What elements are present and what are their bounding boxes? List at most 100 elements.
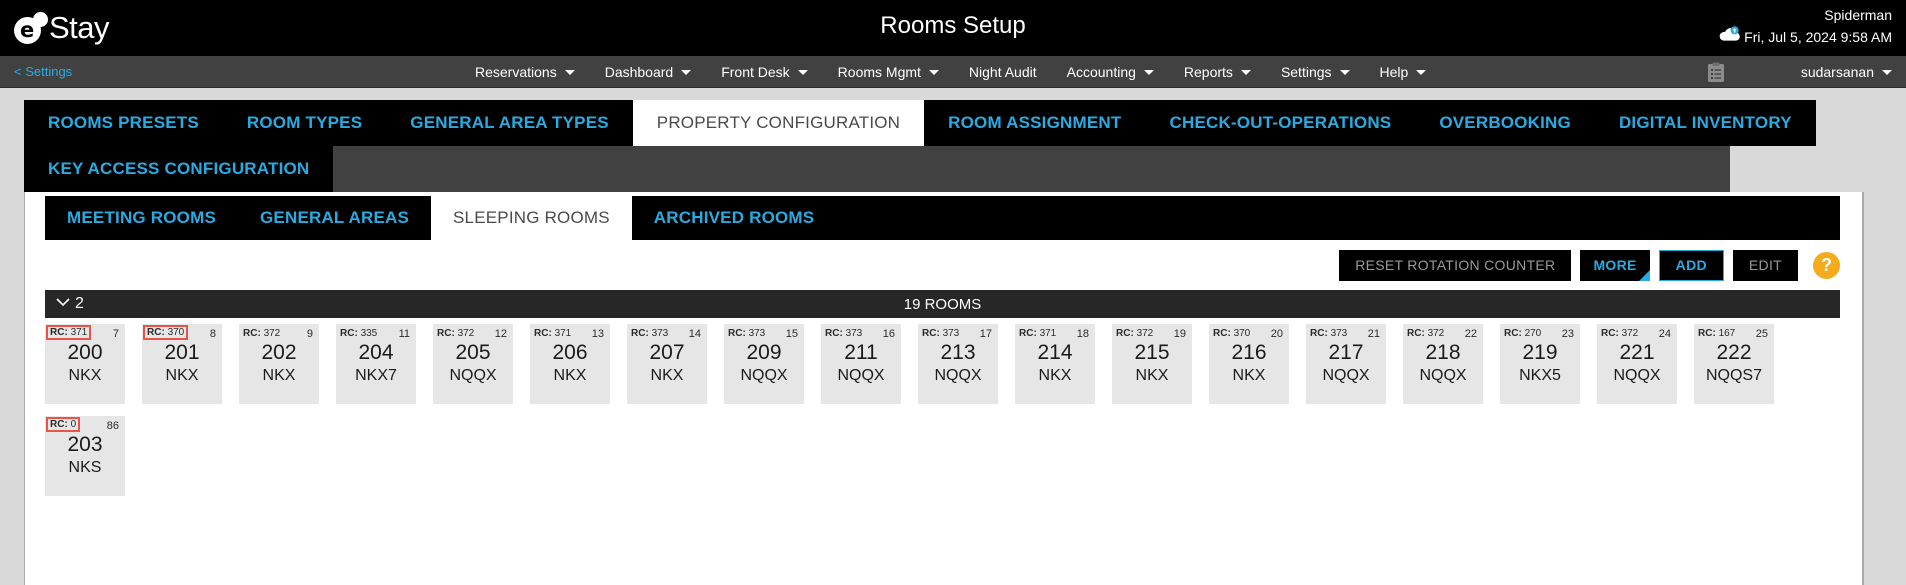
room-card[interactable]: RC: 371 18 214 NKX bbox=[1015, 324, 1095, 404]
nav-item-reservations[interactable]: Reservations bbox=[460, 56, 590, 88]
nav-item-help[interactable]: Help bbox=[1365, 56, 1442, 88]
room-card[interactable]: RC: 370 20 216 NKX bbox=[1209, 324, 1289, 404]
rotation-counter: RC: 335 bbox=[338, 327, 379, 340]
rotation-counter: RC: 370 bbox=[1211, 327, 1252, 340]
chevron-down-icon bbox=[797, 69, 808, 75]
rotation-counter-value: 372 bbox=[1427, 328, 1445, 339]
rotation-counter-prefix: RC: bbox=[437, 328, 455, 339]
room-number: 206 bbox=[552, 341, 588, 364]
rotation-counter-prefix: RC: bbox=[1116, 328, 1134, 339]
help-button[interactable]: ? bbox=[1813, 251, 1840, 279]
room-card[interactable]: RC: 335 11 204 NKX7 bbox=[336, 324, 416, 404]
clipboard-icon[interactable] bbox=[1706, 62, 1726, 88]
nav-item-night-audit[interactable]: Night Audit bbox=[954, 56, 1052, 88]
rotation-counter: RC: 270 bbox=[1502, 327, 1543, 340]
user-display-name: Spiderman bbox=[1824, 7, 1892, 23]
app-header: e Stay Rooms Setup Spiderman Fri, Jul 5,… bbox=[0, 0, 1906, 56]
room-number: 209 bbox=[746, 341, 782, 364]
room-card[interactable]: RC: 167 25 222 NQQS7 bbox=[1694, 324, 1774, 404]
room-card[interactable]: RC: 372 22 218 NQQX bbox=[1403, 324, 1483, 404]
room-card[interactable]: RC: 0 86 203 NKS bbox=[45, 416, 125, 496]
rotation-counter-value: 371 bbox=[554, 328, 572, 339]
add-button[interactable]: ADD bbox=[1658, 249, 1724, 281]
rotation-counter-prefix: RC: bbox=[825, 328, 843, 339]
nav-item-reports[interactable]: Reports bbox=[1169, 56, 1266, 88]
room-group-header[interactable]: 2 19 ROOMS bbox=[45, 290, 1840, 318]
room-card[interactable]: RC: 370 8 201 NKX bbox=[142, 324, 222, 404]
main-navbar: < Settings Reservations Dashboard Front De… bbox=[0, 56, 1906, 88]
account-menu[interactable]: sudarsanan bbox=[1801, 56, 1892, 88]
tab-general-areas[interactable]: GENERAL AREAS bbox=[238, 196, 432, 240]
module-tabs-row-1: ROOMS PRESETS ROOM TYPES GENERAL AREA TYPE… bbox=[24, 100, 1816, 146]
room-sequence-number: 15 bbox=[785, 327, 798, 340]
rotation-counter-prefix: RC: bbox=[534, 328, 552, 339]
room-sequence-number: 8 bbox=[209, 327, 216, 340]
room-card[interactable]: RC: 270 23 219 NKX5 bbox=[1500, 324, 1580, 404]
nav-item-dashboard[interactable]: Dashboard bbox=[590, 56, 707, 88]
room-type-code: NKX bbox=[68, 367, 102, 384]
tab-check-out-operations[interactable]: CHECK-OUT-OPERATIONS bbox=[1145, 100, 1416, 146]
room-card[interactable]: RC: 372 24 221 NQQX bbox=[1597, 324, 1677, 404]
rotation-counter-value: 372 bbox=[457, 328, 475, 339]
room-card[interactable]: RC: 372 12 205 NQQX bbox=[433, 324, 513, 404]
room-sequence-number: 17 bbox=[979, 327, 992, 340]
rotation-counter-value: 372 bbox=[1136, 328, 1154, 339]
room-type-code: NKX bbox=[650, 367, 684, 384]
rotation-counter-prefix: RC: bbox=[1310, 328, 1328, 339]
nav-item-rooms-mgmt[interactable]: Rooms Mgmt bbox=[823, 56, 954, 88]
subtab-filler bbox=[836, 196, 1840, 240]
rotation-counter: RC: 373 bbox=[823, 327, 864, 340]
rotation-counter-prefix: RC: bbox=[1698, 328, 1716, 339]
tab-meeting-rooms[interactable]: MEETING ROOMS bbox=[45, 196, 238, 240]
tab-key-access-configuration[interactable]: KEY ACCESS CONFIGURATION bbox=[24, 146, 334, 192]
room-number: 211 bbox=[844, 341, 878, 364]
room-count-badge: 19 ROOMS bbox=[903, 295, 982, 313]
room-card[interactable]: RC: 371 13 206 NKX bbox=[530, 324, 610, 404]
room-card[interactable]: RC: 373 21 217 NQQX bbox=[1306, 324, 1386, 404]
room-sequence-number: 86 bbox=[106, 419, 119, 432]
rotation-counter-value: 0 bbox=[70, 419, 77, 430]
room-card[interactable]: RC: 373 14 207 NKX bbox=[627, 324, 707, 404]
rotation-counter-value: 335 bbox=[360, 328, 378, 339]
tab-overbooking[interactable]: OVERBOOKING bbox=[1415, 100, 1595, 146]
room-card[interactable]: RC: 372 19 215 NKX bbox=[1112, 324, 1192, 404]
chevron-down-icon[interactable] bbox=[55, 295, 71, 313]
room-type-code: NQQX bbox=[1613, 367, 1661, 384]
edit-button[interactable]: EDIT bbox=[1732, 249, 1798, 281]
nav-item-accounting[interactable]: Accounting bbox=[1052, 56, 1169, 88]
room-type-code: NKX bbox=[553, 367, 587, 384]
tab-digital-inventory[interactable]: DIGITAL INVENTORY bbox=[1594, 100, 1816, 146]
nav-item-label: Night Audit bbox=[968, 64, 1037, 80]
nav-item-front-desk[interactable]: Front Desk bbox=[706, 56, 822, 88]
rotation-counter-value: 167 bbox=[1718, 328, 1736, 339]
room-number: 203 bbox=[67, 433, 103, 456]
room-type-code: NQQX bbox=[1419, 367, 1467, 384]
room-sequence-number: 9 bbox=[306, 327, 313, 340]
tab-general-area-types[interactable]: GENERAL AREA TYPES bbox=[386, 100, 633, 146]
tab-sleeping-rooms[interactable]: SLEEPING ROOMS bbox=[431, 196, 632, 240]
room-card[interactable]: RC: 373 16 211 NQQX bbox=[821, 324, 901, 404]
room-card[interactable]: RC: 372 9 202 NKX bbox=[239, 324, 319, 404]
tab-room-types[interactable]: ROOM TYPES bbox=[222, 100, 387, 146]
more-button-label: MORE bbox=[1593, 257, 1637, 273]
more-button[interactable]: MORE bbox=[1580, 249, 1650, 281]
rotation-counter-prefix: RC: bbox=[728, 328, 746, 339]
rotation-counter-value: 270 bbox=[1524, 328, 1542, 339]
reset-rotation-counter-button[interactable]: RESET ROTATION COUNTER bbox=[1339, 249, 1572, 281]
header-datetime: Fri, Jul 5, 2024 9:58 AM bbox=[1744, 28, 1892, 45]
back-to-settings-link[interactable]: < Settings bbox=[14, 64, 72, 79]
tab-property-configuration[interactable]: PROPERTY CONFIGURATION bbox=[632, 100, 925, 146]
room-sequence-number: 14 bbox=[688, 327, 701, 340]
tab-room-assignment[interactable]: ROOM ASSIGNMENT bbox=[924, 100, 1146, 146]
tab-archived-rooms[interactable]: ARCHIVED ROOMS bbox=[631, 196, 837, 240]
page-title: Rooms Setup bbox=[880, 12, 1026, 39]
room-card[interactable]: RC: 373 17 213 NQQX bbox=[918, 324, 998, 404]
room-card[interactable]: RC: 371 7 200 NKX bbox=[45, 324, 125, 404]
nav-item-settings[interactable]: Settings bbox=[1266, 56, 1365, 88]
room-card[interactable]: RC: 373 15 209 NQQX bbox=[724, 324, 804, 404]
rotation-counter: RC: 372 bbox=[1405, 327, 1446, 340]
nav-item-label: Accounting bbox=[1066, 64, 1136, 80]
rotation-counter-prefix: RC: bbox=[922, 328, 940, 339]
room-number: 201 bbox=[164, 341, 200, 364]
tab-rooms-presets[interactable]: ROOMS PRESETS bbox=[24, 100, 223, 146]
